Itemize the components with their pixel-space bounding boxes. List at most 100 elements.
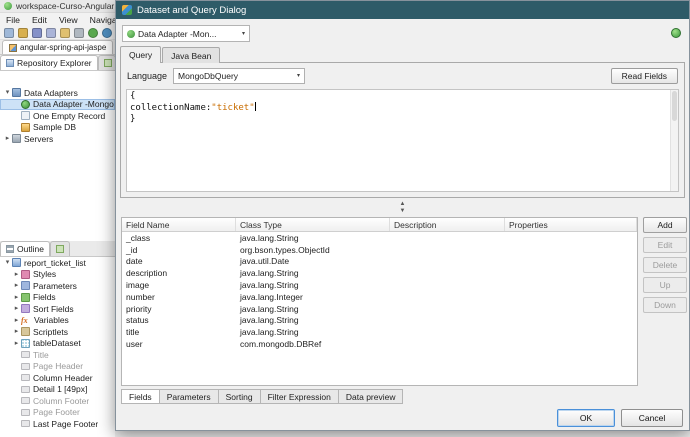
dialog-icon — [122, 5, 132, 15]
outline-item-tabledataset[interactable]: ▸tableDataset — [0, 338, 115, 350]
outline-item-label: Sort Fields — [33, 304, 74, 314]
repo-item-servers[interactable]: ▸Servers — [0, 133, 115, 145]
outline-item-page-header[interactable]: Page Header — [0, 361, 115, 373]
new-report-wizard-icon[interactable] — [18, 28, 28, 38]
editor-tab-label: angular-spring-api-jaspe — [20, 43, 106, 52]
expand-arrow-icon[interactable]: ▸ — [12, 304, 21, 313]
tab-project-explorer-partial[interactable] — [98, 55, 115, 70]
table-row[interactable]: statusjava.lang.String — [122, 315, 637, 327]
outline-item-fields[interactable]: ▸Fields — [0, 292, 115, 304]
table-row[interactable]: priorityjava.lang.String — [122, 303, 637, 315]
dialog-titlebar[interactable]: Dataset and Query Dialog — [116, 1, 689, 19]
query-editor[interactable]: { collectionName:"ticket" } — [126, 89, 679, 192]
table-row[interactable]: datejava.util.Date — [122, 256, 637, 268]
expand-arrow-icon[interactable]: ▸ — [12, 339, 21, 348]
up-button[interactable]: Up — [643, 277, 687, 293]
scrollbar-thumb[interactable] — [672, 91, 677, 121]
tab-query[interactable]: Query — [120, 46, 161, 63]
class-type-cell: org.bson.types.ObjectId — [236, 245, 390, 255]
column-header-class-type[interactable]: Class Type — [236, 218, 390, 231]
ok-button[interactable]: OK — [557, 409, 615, 427]
tab-sorting[interactable]: Sorting — [219, 389, 261, 404]
query-line-1: { — [130, 91, 135, 101]
table-row[interactable]: titlejava.lang.String — [122, 326, 637, 338]
query-scrollbar[interactable] — [670, 90, 678, 191]
scriptlets-icon — [21, 327, 30, 336]
outline-item-page-footer[interactable]: Page Footer — [0, 407, 115, 419]
cancel-button[interactable]: Cancel — [621, 409, 683, 427]
save-icon[interactable] — [32, 28, 42, 38]
expand-arrow-icon[interactable]: ▸ — [12, 293, 21, 302]
collapse-arrow-icon[interactable]: ▾ — [3, 258, 12, 267]
table-row[interactable]: _idorg.bson.types.ObjectId — [122, 244, 637, 256]
outline-item-column-footer[interactable]: Column Footer — [0, 395, 115, 407]
menu-edit[interactable]: Edit — [26, 13, 53, 26]
repo-item-sample-db[interactable]: Sample DB — [0, 122, 115, 134]
outline-item-parameters[interactable]: ▸Parameters — [0, 280, 115, 292]
outline-item-label: Scriptlets — [33, 327, 68, 337]
tab-java-bean[interactable]: Java Bean — [162, 47, 220, 63]
publish-icon[interactable] — [102, 28, 112, 38]
down-button[interactable]: Down — [643, 297, 687, 313]
outline-item-variables[interactable]: ▸fxVariables — [0, 315, 115, 327]
tab-filter-expression[interactable]: Filter Expression — [261, 389, 339, 404]
bottom-tabs: FieldsParametersSortingFilter Expression… — [121, 389, 403, 404]
outline-item-title[interactable]: Title — [0, 349, 115, 361]
expand-arrow-icon[interactable]: ▸ — [12, 316, 21, 325]
tab-fields[interactable]: Fields — [121, 389, 160, 404]
expand-arrow-icon[interactable]: ▸ — [3, 134, 12, 143]
outline-item-report-ticket-list[interactable]: ▾report_ticket_list — [0, 257, 115, 269]
tab-outline[interactable]: Outline — [0, 241, 50, 256]
menu-file[interactable]: File — [0, 13, 26, 26]
table-row[interactable]: descriptionjava.lang.String — [122, 267, 637, 279]
outline-item-scriptlets[interactable]: ▸ Scriptlets — [0, 326, 115, 338]
outline-item-sort-fields[interactable]: ▸ Sort Fields — [0, 303, 115, 315]
outline-item-last-page-footer[interactable]: Last Page Footer — [0, 418, 115, 430]
new-data-adapter-icon[interactable] — [671, 28, 681, 38]
tab-repository-explorer[interactable]: Repository Explorer — [0, 55, 98, 70]
sash-collapse-down-icon[interactable] — [400, 208, 406, 215]
expand-arrow-icon[interactable]: ▸ — [12, 270, 21, 279]
table-row[interactable]: imagejava.lang.String — [122, 279, 637, 291]
folder-icon[interactable] — [60, 28, 70, 38]
outline-item-detail-1-49px[interactable]: Detail 1 [49px] — [0, 384, 115, 396]
empty-record-icon — [21, 111, 30, 120]
repository-tab-label: Repository Explorer — [17, 58, 92, 68]
collapse-arrow-icon[interactable]: ▾ — [3, 88, 12, 97]
outline-item-column-header[interactable]: Column Header — [0, 372, 115, 384]
edit-button[interactable]: Edit — [643, 237, 687, 253]
band-icon — [21, 386, 30, 393]
expand-arrow-icon[interactable]: ▸ — [12, 327, 21, 336]
add-button[interactable]: Add — [643, 217, 687, 233]
adapter-toolbar: Data Adapter -Mon... — [122, 25, 683, 42]
editor-tab[interactable]: angular-spring-api-jaspe — [2, 40, 113, 54]
tab-secondary-partial[interactable] — [50, 241, 70, 256]
tab-parameters[interactable]: Parameters — [160, 389, 219, 404]
repo-item-data-adapter-mongod[interactable]: Data Adapter -MongoD — [0, 99, 115, 111]
field-name-cell: description — [122, 268, 236, 278]
sash-collapse-up-icon[interactable] — [400, 201, 406, 208]
expand-arrow-icon[interactable]: ▸ — [12, 281, 21, 290]
menu-view[interactable]: View — [53, 13, 84, 26]
table-row[interactable]: _classjava.lang.String — [122, 232, 637, 244]
table-row[interactable]: usercom.mongodb.DBRef — [122, 338, 637, 350]
tab-data-preview[interactable]: Data preview — [339, 389, 404, 404]
column-header-properties[interactable]: Properties — [505, 218, 637, 231]
workspace-switcher-icon[interactable] — [4, 28, 14, 38]
read-fields-button[interactable]: Read Fields — [611, 68, 678, 84]
delete-button[interactable]: Delete — [643, 257, 687, 273]
table-row[interactable]: numberjava.lang.Integer — [122, 291, 637, 303]
repo-item-one-empty-record[interactable]: One Empty Record — [0, 110, 115, 122]
print-icon[interactable] — [74, 28, 84, 38]
chevron-down-icon — [242, 30, 245, 37]
splitter-sash[interactable] — [116, 200, 689, 215]
parameters-icon — [21, 281, 30, 290]
column-header-field-name[interactable]: Field Name — [122, 218, 236, 231]
data-adapter-combo[interactable]: Data Adapter -Mon... — [122, 25, 250, 42]
repo-item-data-adapters[interactable]: ▾Data Adapters — [0, 87, 115, 99]
save-all-icon[interactable] — [46, 28, 56, 38]
language-combo[interactable]: MongoDbQuery — [173, 68, 305, 84]
column-header-description[interactable]: Description — [390, 218, 505, 231]
run-icon[interactable] — [88, 28, 98, 38]
outline-item-styles[interactable]: ▸Styles — [0, 269, 115, 281]
